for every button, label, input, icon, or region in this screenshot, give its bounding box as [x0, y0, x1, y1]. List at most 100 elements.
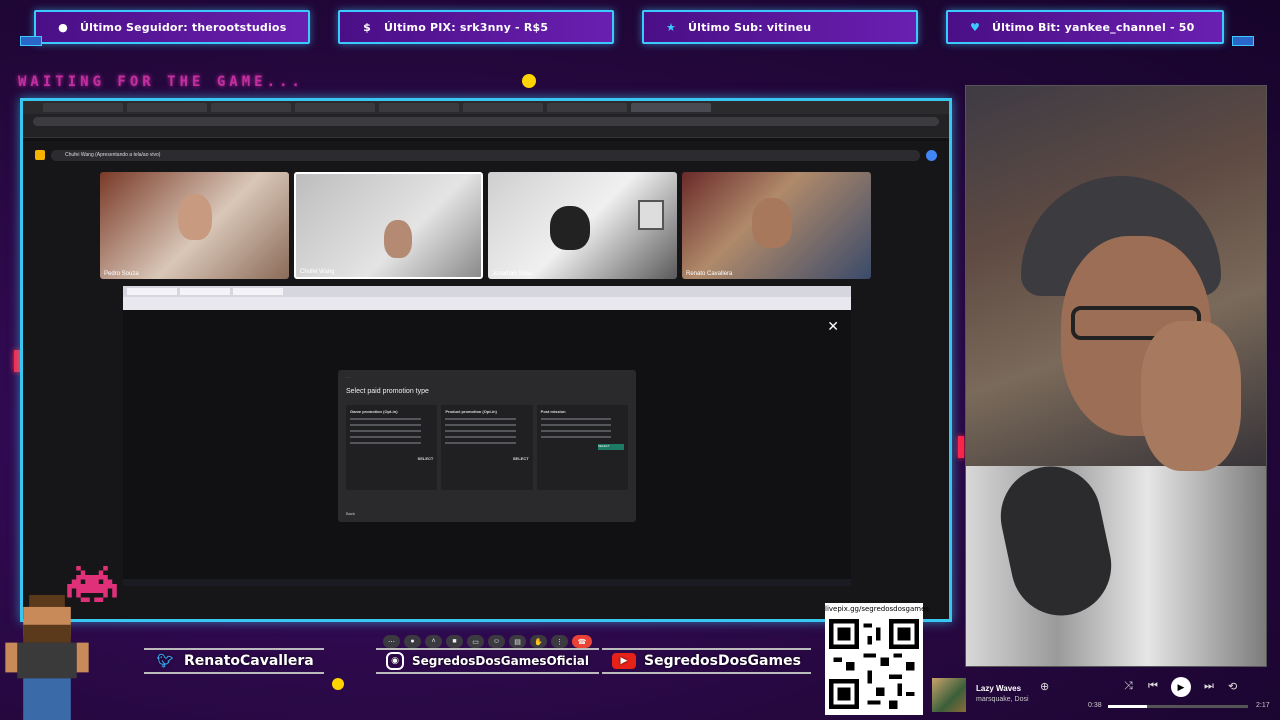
- card-text: [540, 418, 612, 420]
- shared-tab: [233, 288, 283, 295]
- participant-name: Jonathan Silva: [492, 271, 532, 277]
- card-title: Game promotion (Opt-in): [350, 409, 398, 414]
- card-text: [350, 442, 421, 444]
- album-cover: [932, 678, 966, 712]
- close-icon[interactable]: ✕: [827, 318, 839, 335]
- browser-tab[interactable]: [211, 103, 291, 112]
- raise-hand-icon[interactable]: ✋: [530, 635, 547, 648]
- card-text: [445, 430, 517, 432]
- chevron-up-icon[interactable]: ˄: [425, 635, 442, 648]
- alert-value: srk3nny - R$5: [459, 20, 549, 34]
- meet-window: Chufei Wang (Apresentando a tela/ao vivo…: [23, 141, 949, 648]
- card-text: [445, 436, 517, 438]
- youtube-icon: ▶: [612, 653, 636, 669]
- select-button[interactable]: SELECT: [597, 444, 624, 450]
- play-button[interactable]: ▶: [1171, 677, 1191, 697]
- select-link[interactable]: SELECT: [350, 456, 434, 461]
- shared-browser-bar: [123, 286, 851, 310]
- progress-bar[interactable]: [1108, 705, 1248, 708]
- heart-icon: ♥: [969, 20, 981, 34]
- card-text: [445, 418, 517, 420]
- decor-tick: [20, 36, 42, 46]
- participant-tile[interactable]: Chufei Wang: [294, 172, 483, 279]
- alert-last-bit: ♥ Último Bit: yankee_channel - 50: [946, 10, 1224, 44]
- browser-tab-active[interactable]: [631, 103, 711, 112]
- card-title: Product promotion (Opt-in): [445, 409, 497, 414]
- emoji-icon[interactable]: ☺: [488, 635, 505, 648]
- promotion-card[interactable]: Product promotion (Opt-in) SELECT: [441, 405, 533, 490]
- browser-tab[interactable]: [127, 103, 207, 112]
- instagram-handle: SegredosDosGamesOficial: [412, 654, 590, 668]
- social-twitter: 🐦︎ RenatoCavallera: [144, 648, 324, 674]
- browser-tab[interactable]: [43, 103, 123, 112]
- add-icon[interactable]: ⊕: [1040, 680, 1049, 693]
- participant-tile[interactable]: Renato Cavallera: [682, 172, 871, 279]
- edit-icon[interactable]: [926, 149, 937, 161]
- address-bar[interactable]: [33, 116, 939, 126]
- twitter-handle: RenatoCavallera: [184, 653, 314, 669]
- modal-title: Select paid promotion type: [346, 388, 429, 395]
- song-artist: marsquake, Dosi: [976, 696, 1029, 703]
- meet-controls: ⋯ ● ˄ ■ ▭ ☺ ▤ ✋ ⋮ ☎: [383, 635, 592, 648]
- elapsed-time: 0:38: [1088, 702, 1102, 709]
- star-icon: ★: [665, 20, 677, 34]
- pacman-icon: [332, 678, 344, 690]
- card-text: [350, 418, 421, 420]
- decor-tick: [1232, 36, 1254, 46]
- back-link[interactable]: Back: [346, 511, 355, 516]
- alert-value: yankee_channel - 50: [1064, 20, 1195, 34]
- social-youtube: ▶ SegredosDosGames: [602, 648, 811, 674]
- meet-presenting-bar: Chufei Wang (Apresentando a tela/ao vivo…: [35, 149, 937, 161]
- twitter-icon: 🐦︎: [156, 653, 174, 669]
- participant-name: Pedro Souza: [104, 271, 139, 277]
- duration-time: 2:17: [1256, 702, 1270, 709]
- alert-value: therootstudios: [191, 20, 287, 34]
- modal-breadcrumb: · · ·: [346, 376, 352, 380]
- promotion-card[interactable]: Post mission SELECT: [536, 405, 628, 490]
- shared-taskbar: [123, 579, 851, 586]
- qr-code-panel: livepix.gg/segredosdosgames: [825, 603, 929, 715]
- shuffle-icon[interactable]: ⤨: [1124, 680, 1133, 693]
- more-options-icon[interactable]: ⋯: [383, 635, 400, 648]
- participant-tile[interactable]: Jonathan Silva: [488, 172, 677, 279]
- participant-tiles: Pedro Souza Chufei Wang Jonathan Silva R…: [100, 172, 871, 279]
- promotion-modal: · · · Select paid promotion type Game pr…: [338, 370, 636, 522]
- alert-last-pix: $ Último PIX: srk3nny - R$5: [338, 10, 614, 44]
- end-call-icon[interactable]: ☎: [572, 635, 592, 648]
- browser-tab[interactable]: [379, 103, 459, 112]
- alert-value: vitineu: [766, 20, 812, 34]
- card-text: [445, 442, 517, 444]
- browser-tab-bar: [23, 101, 949, 114]
- promotion-card[interactable]: Game promotion (Opt-in) SELECT: [346, 405, 438, 490]
- camera-icon[interactable]: ■: [446, 635, 463, 648]
- user-icon: ●: [58, 20, 68, 34]
- next-icon[interactable]: ⏭: [1204, 680, 1214, 693]
- song-title: Lazy Waves: [976, 684, 1022, 693]
- participant-tile[interactable]: Pedro Souza: [100, 172, 289, 279]
- decor-light: [958, 436, 964, 458]
- select-link[interactable]: SELECT: [445, 456, 529, 461]
- alert-label: Último Bit:: [992, 20, 1061, 34]
- shared-tab: [180, 288, 230, 295]
- present-screen-icon[interactable]: ▤: [509, 635, 526, 648]
- pacman-icon: [522, 74, 536, 88]
- alert-label: Último PIX:: [384, 20, 456, 34]
- qr-code: [829, 619, 919, 709]
- browser-tab[interactable]: [295, 103, 375, 112]
- shared-tab: [127, 288, 177, 295]
- shared-screen: ✕ · · · Select paid promotion type Game …: [123, 286, 851, 586]
- alert-last-sub: ★ Último Sub: vitineu: [642, 10, 918, 44]
- repeat-icon[interactable]: ⟲: [1228, 680, 1237, 693]
- social-instagram: ◉ SegredosDosGamesOficial: [376, 648, 600, 674]
- address-row: [23, 114, 949, 128]
- mic-icon[interactable]: ●: [404, 635, 421, 648]
- wall-logo: [638, 200, 664, 230]
- previous-icon[interactable]: ⏮: [1148, 680, 1158, 693]
- browser-tab[interactable]: [547, 103, 627, 112]
- instagram-icon: ◉: [386, 652, 404, 670]
- presenting-text: Chufei Wang (Apresentando a tela/ao vivo…: [51, 149, 920, 161]
- captions-icon[interactable]: ▭: [467, 635, 484, 648]
- browser-tab[interactable]: [463, 103, 543, 112]
- alert-label: Último Seguidor:: [80, 20, 188, 34]
- menu-icon[interactable]: ⋮: [551, 635, 568, 648]
